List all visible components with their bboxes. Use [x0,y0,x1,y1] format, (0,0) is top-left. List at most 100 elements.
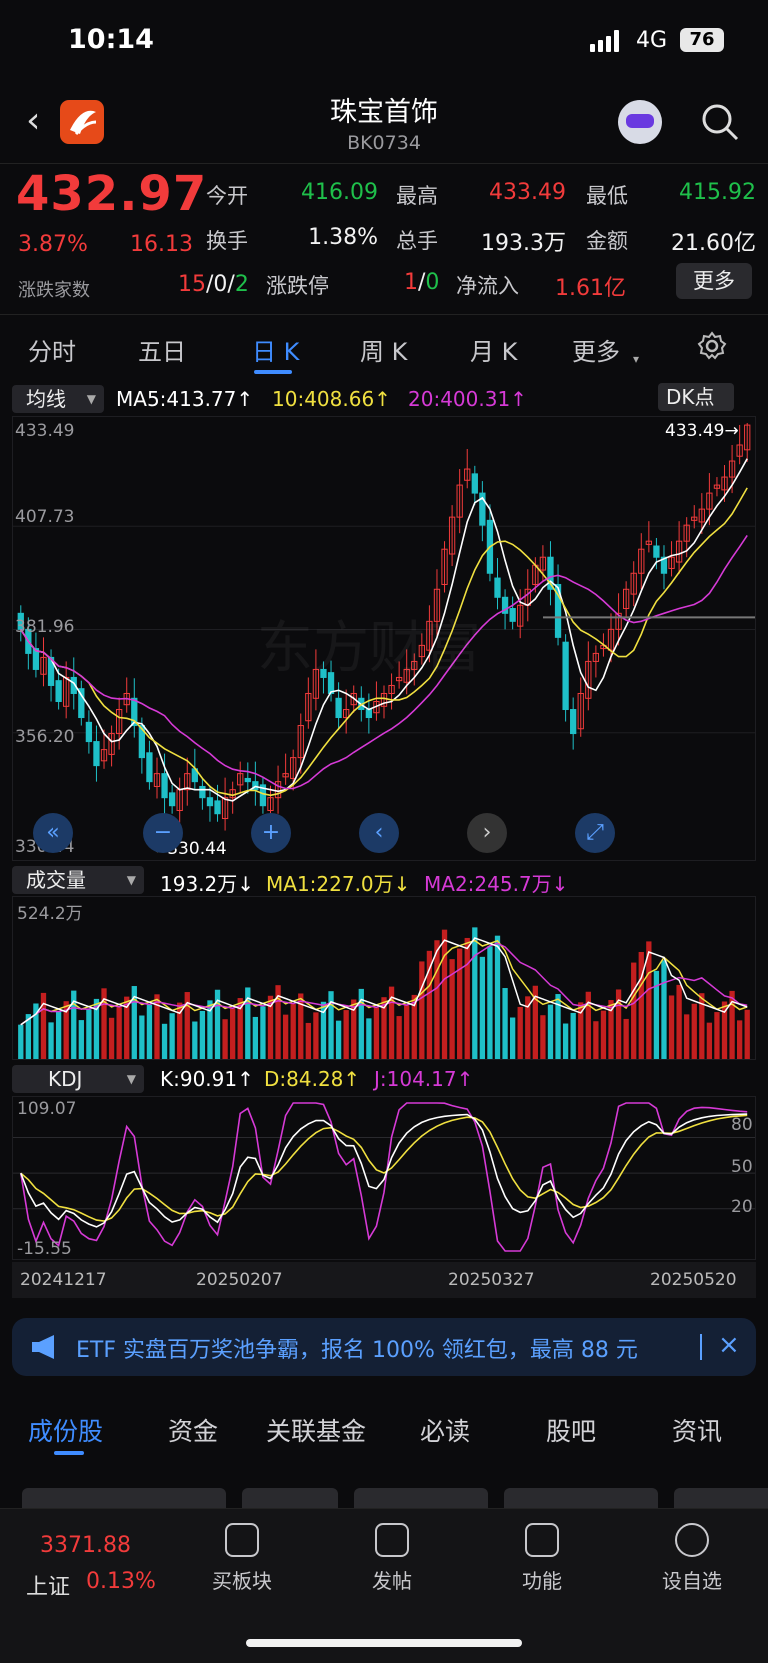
kdj-selector[interactable]: KDJ ▼ [12,1065,144,1093]
index-value[interactable]: 3371.88 [40,1533,131,1558]
tab-zhouk[interactable]: 周 K [360,332,407,367]
current-price: 432.97 [16,166,208,222]
volume-bar [199,1010,206,1059]
fullscreen-icon[interactable]: ⤢ [575,813,615,853]
volume-bar [419,961,425,1059]
index-name[interactable]: 上证 [26,1569,70,1601]
kdj-j-line [20,1102,748,1252]
buy-sector-icon [225,1523,259,1557]
search-icon[interactable] [700,102,740,142]
netflow-label: 净流入 [456,274,519,298]
ma-selector[interactable]: 均线 ▼ [12,385,104,413]
volume-chart [18,927,750,1059]
low-label: 最低 [586,184,628,208]
tab-constituents[interactable]: 成份股 [28,1412,103,1448]
volume-bar [638,951,644,1059]
kdj-level-label: 80 [731,1115,753,1135]
limit-label: 涨跌停 [266,274,329,298]
filter-chip[interactable] [504,1488,658,1510]
volume-bar [661,960,667,1059]
chart-watermark: 东方财富 [257,616,481,681]
filter-chip[interactable] [22,1488,226,1510]
tab-fenshi[interactable]: 分时 [28,332,76,367]
volume-bar [139,1015,145,1059]
candle-body [509,608,516,622]
kdj-chart [13,1102,755,1252]
volume-bar [396,1016,402,1059]
scroll-left-far-icon[interactable]: « [33,813,73,853]
candle-body [653,545,660,558]
volume-bar [161,1023,168,1059]
change-percent: 3.87% [18,232,88,257]
amount-value: 21.60亿 [671,231,756,256]
tab-wuri[interactable]: 五日 [138,332,186,367]
scroll-right-icon[interactable]: › [467,813,507,853]
volume-bar [676,984,682,1059]
volume-bar [48,1022,54,1059]
candle-body [55,680,62,702]
volume-bar [593,1021,599,1059]
nav-functions[interactable]: 功能 [492,1523,592,1594]
volume-bar [146,1004,153,1059]
filter-chip[interactable] [354,1488,488,1510]
tab-yuek[interactable]: 月 K [470,332,517,367]
filter-chip[interactable] [242,1488,338,1510]
price-axis-label: 433.49 [15,421,75,441]
more-button[interactable]: 更多 [676,263,752,299]
volume-selector[interactable]: 成交量 ▼ [12,866,144,894]
volume-bar [509,1017,516,1059]
change-amount: 16.13 [130,232,193,257]
candle-body [365,709,373,719]
limit-down: 0 [425,270,440,295]
robot-assistant-icon[interactable] [618,100,662,144]
volume-bar [192,1021,198,1059]
ma5-value: MA5:413.77↑ [116,387,254,411]
nav-buy-sector[interactable]: 买板块 [192,1523,292,1594]
tab-must-read[interactable]: 必读 [420,1412,470,1448]
dk-point-button[interactable]: DK点 [658,383,734,411]
candle-body [214,800,221,815]
header-divider [0,163,768,164]
kdj-k: K:90.91↑ [160,1067,254,1091]
volume-bar [472,927,478,1059]
tab-funds[interactable]: 资金 [168,1412,218,1448]
filter-chips-row [0,1488,768,1510]
breadth-down: 2 [234,272,249,297]
active-bottom-tab-underline [54,1451,84,1455]
index-change[interactable]: 0.13% [86,1569,156,1594]
volume-bar [441,929,448,1059]
tab-related-funds[interactable]: 关联基金 [266,1412,366,1448]
settings-gear-icon[interactable] [696,330,728,362]
tab-news[interactable]: 资讯 [672,1412,722,1448]
candle-body [562,641,569,711]
filter-chip[interactable] [674,1488,768,1510]
nav-label: 买板块 [212,1569,272,1593]
dk-point-label: DK点 [666,385,715,409]
volume-bar [426,950,433,1059]
ma10-value: 10:408.66↑ [272,387,391,411]
home-indicator [246,1639,522,1647]
volume-bar [502,988,508,1059]
nav-add-watchlist[interactable]: 设自选 [642,1523,742,1594]
promo-banner[interactable]: ETF 实盘百万奖池争霸，报名 100% 领红包，最高 88 元 × [12,1318,756,1376]
tab-rik[interactable]: 日 K [252,332,299,367]
tab-more[interactable]: 更多 [572,332,620,367]
candle-body [146,752,153,783]
limit-values: 1/0 [404,270,439,295]
volume-bar [282,1014,289,1059]
zoom-in-icon[interactable]: + [251,813,291,853]
candlestick-panel[interactable]: 东方财富 433.49 407.73 381.96 356.20 330.44 … [12,416,756,861]
tab-forum[interactable]: 股吧 [546,1412,596,1448]
volume-axis-label: 524.2万 [17,904,83,924]
nav-post[interactable]: 发帖 [342,1523,442,1594]
zoom-out-icon[interactable]: − [143,813,183,853]
close-icon[interactable]: × [718,1330,740,1360]
scroll-left-icon[interactable]: ‹ [359,813,399,853]
caret-down-icon: ▼ [126,873,136,887]
candle-body [161,773,168,799]
candle-body [494,577,501,598]
date-label: 20241217 [20,1270,107,1290]
kdj-axis-label: 109.07 [17,1099,77,1119]
grid-icon [525,1523,559,1557]
volume-bar [737,1020,743,1059]
